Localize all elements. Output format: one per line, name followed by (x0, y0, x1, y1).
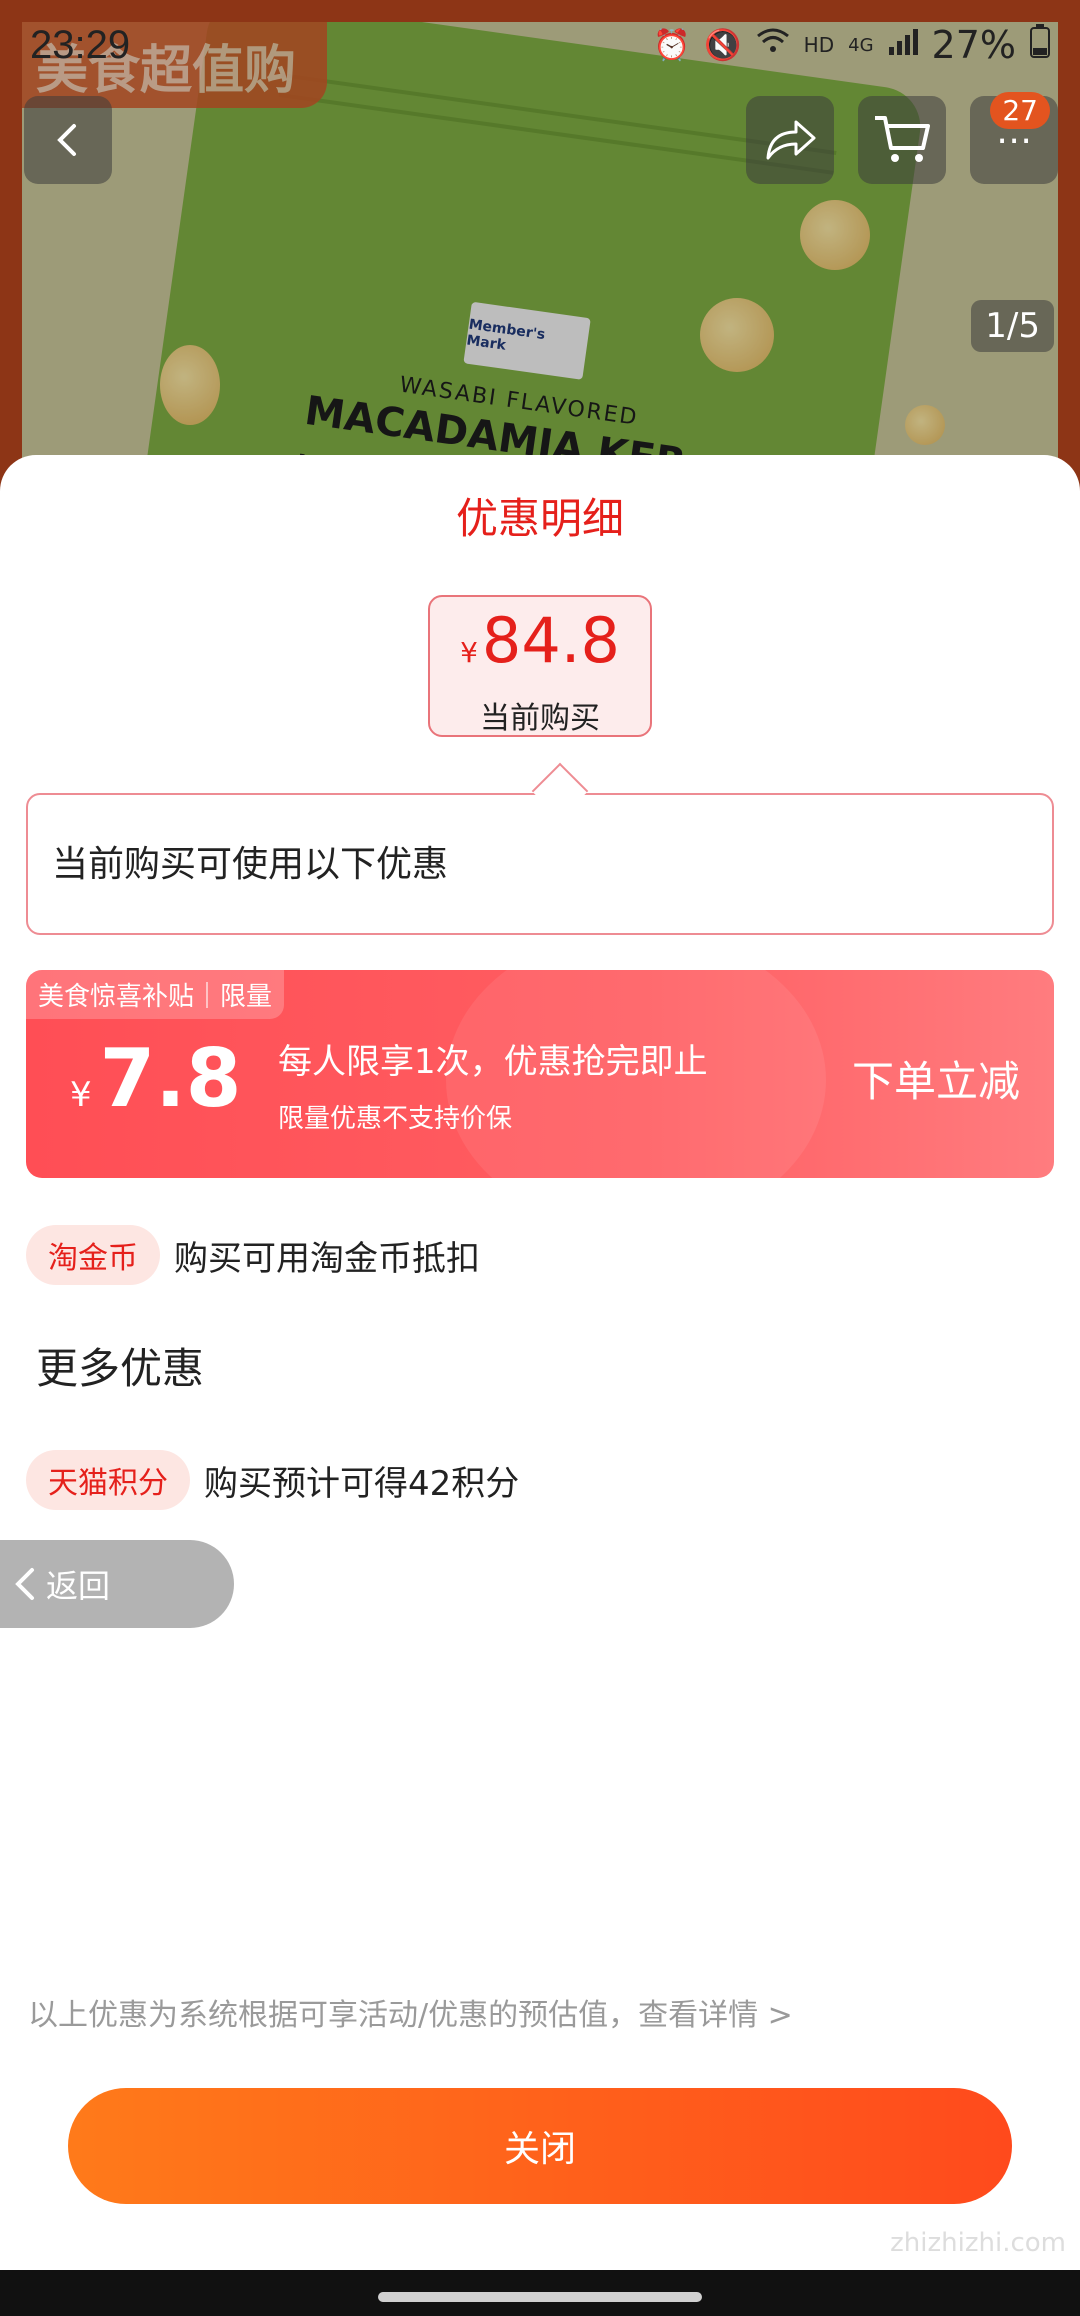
discount-detail-sheet: 优惠明细 ¥84.8 当前购买 当前购买可使用以下优惠 美食惊喜补贴｜限量 ¥7… (0, 455, 1080, 2270)
taojinbi-text: 购买可用淘金币抵扣 (174, 1238, 480, 1279)
back-button[interactable] (24, 96, 112, 184)
battery-percent: 27% (931, 23, 1016, 67)
wifi-icon (756, 27, 790, 63)
taojinbi-chip: 淘金币 (26, 1225, 160, 1285)
close-button[interactable]: 关闭 (68, 2088, 1012, 2204)
available-discounts-text: 当前购买可使用以下优惠 (52, 844, 449, 885)
alarm-icon: ⏰ (652, 27, 691, 63)
current-price: ¥84.8 (430, 601, 650, 693)
subsidy-amount: ¥7.8 (70, 1032, 241, 1125)
subsidy-value: 7.8 (99, 1032, 242, 1125)
tmall-points-chip: 天猫积分 (26, 1450, 190, 1510)
mute-icon: 🔇 (704, 27, 742, 63)
status-bar: 23:29 ⏰ 🔇 HD 4G 27% (0, 0, 1080, 90)
network-label: HD (803, 33, 835, 57)
chevron-left-icon (15, 1568, 34, 1600)
floating-back-button[interactable]: 返回 (0, 1540, 234, 1628)
status-time: 23:29 (30, 22, 131, 67)
subsidy-action: 下单立减 (851, 1057, 1020, 1106)
disclaimer-link[interactable]: 以上优惠为系统根据可享活动/优惠的预估值，查看详情 > (28, 1990, 793, 2034)
subsidy-note: 限量优惠不支持价保 (278, 1104, 513, 1134)
status-icons: ⏰ 🔇 HD 4G 27% (653, 23, 1050, 67)
network-gen: 4G (848, 34, 874, 56)
available-discounts-box: 当前购买可使用以下优惠 (26, 762, 1054, 935)
more-discounts-title: 更多优惠 (36, 1344, 205, 1393)
cart-button[interactable] (858, 96, 946, 184)
share-button[interactable] (746, 96, 834, 184)
floating-back-label: 返回 (46, 1567, 111, 1605)
subsidy-rule: 每人限享1次，优惠抢完即止 (278, 1042, 708, 1082)
subsidy-coupon-card[interactable]: 美食惊喜补贴｜限量 ¥7.8 每人限享1次，优惠抢完即止 限量优惠不支持价保 下… (26, 970, 1054, 1178)
subsidy-currency: ¥ (70, 1075, 92, 1115)
cart-count-badge: 27 (990, 92, 1050, 129)
signal-icon (888, 27, 918, 63)
price-value: 84.8 (481, 604, 620, 677)
system-nav-bar (0, 2270, 1080, 2316)
share-icon (766, 120, 816, 160)
more-button[interactable]: ⋯ 27 (970, 92, 1058, 184)
subsidy-tag: 美食惊喜补贴｜限量 (26, 970, 285, 1019)
image-page-indicator: 1/5 (971, 300, 1054, 352)
price-currency: ¥ (460, 636, 478, 669)
home-gesture-handle[interactable] (378, 2292, 702, 2302)
battery-icon (1030, 24, 1050, 66)
tmall-points-row: 天猫积分 购买预计可得42积分 (26, 1450, 519, 1510)
cart-icon (875, 116, 930, 162)
tmall-points-text: 购买预计可得42积分 (204, 1463, 520, 1504)
current-price-box: ¥84.8 当前购买 (428, 595, 652, 737)
bubble-pointer (531, 762, 589, 820)
taojinbi-row: 淘金币 购买可用淘金币抵扣 (26, 1225, 480, 1285)
chevron-left-icon (57, 124, 76, 156)
sheet-title: 优惠明细 (455, 494, 624, 543)
watermark: zhizhizhi.com (890, 2228, 1066, 2258)
price-label: 当前购买 (480, 701, 600, 736)
